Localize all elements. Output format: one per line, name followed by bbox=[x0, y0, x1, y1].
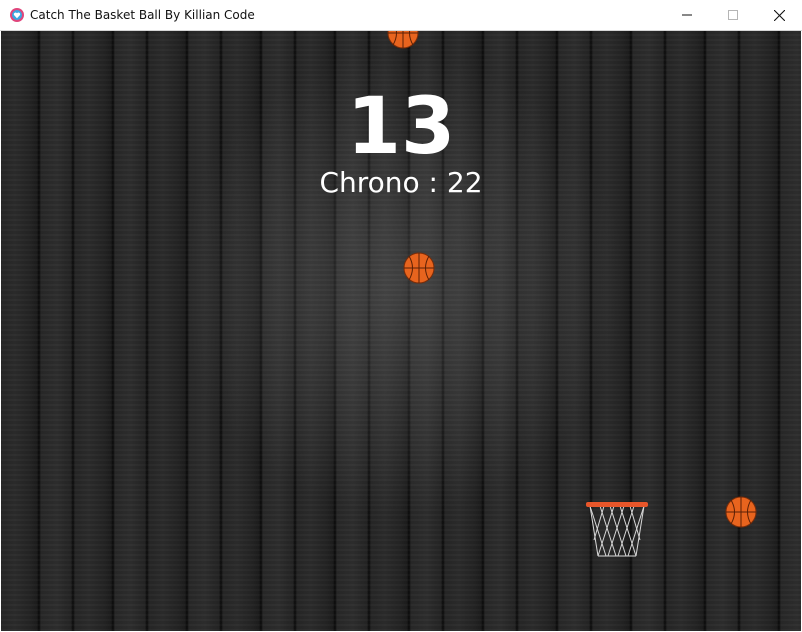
minimize-button[interactable] bbox=[664, 0, 710, 30]
basket-hoop[interactable] bbox=[586, 500, 648, 560]
basketball bbox=[387, 31, 419, 49]
title-bar[interactable]: Catch The Basket Ball By Killian Code bbox=[0, 0, 802, 31]
basketball bbox=[725, 496, 757, 528]
close-icon bbox=[773, 9, 785, 21]
heart-app-icon bbox=[10, 8, 24, 22]
close-button[interactable] bbox=[756, 0, 802, 30]
hoop-rim bbox=[586, 502, 648, 507]
window-title: Catch The Basket Ball By Killian Code bbox=[30, 8, 255, 22]
game-canvas[interactable]: 13 Chrono : 22 bbox=[1, 31, 801, 631]
net-icon bbox=[589, 505, 645, 557]
chrono-display: Chrono : 22 bbox=[319, 166, 483, 199]
score-display: 13 bbox=[346, 82, 456, 172]
maximize-button[interactable] bbox=[710, 0, 756, 30]
minimize-icon bbox=[682, 14, 692, 16]
basketball bbox=[403, 252, 435, 284]
maximize-icon bbox=[728, 10, 738, 20]
